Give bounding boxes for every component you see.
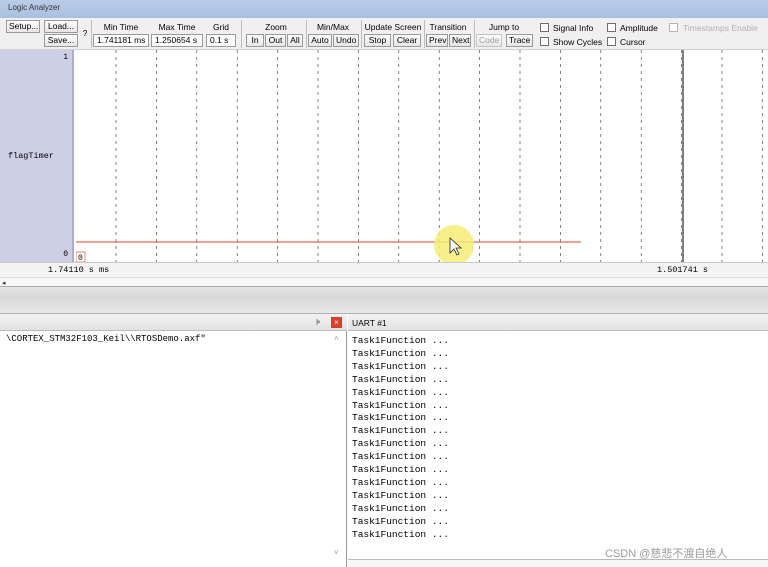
- scroll-left-icon[interactable]: ◂: [2, 279, 6, 287]
- y-min-label: 0: [63, 250, 68, 259]
- scroll-up-icon[interactable]: ˄: [334, 334, 339, 343]
- toolbar-separator: [241, 20, 242, 48]
- show-cycles-label: Show Cycles: [553, 37, 603, 47]
- watermark: CSDN @慈悲不渡自绝人: [605, 548, 728, 560]
- help-button[interactable]: ?: [81, 28, 89, 38]
- zoom-all-button[interactable]: All: [287, 34, 303, 47]
- pane-splitter[interactable]: [0, 287, 768, 314]
- cursor-label: Cursor: [620, 37, 646, 47]
- amplitude-checkbox[interactable]: [607, 23, 616, 32]
- minmax-undo-button[interactable]: Undo: [333, 34, 359, 47]
- window-title-bar: Logic Analyzer: [0, 0, 768, 18]
- grid-label: Grid: [212, 22, 230, 32]
- setup-button[interactable]: Setup...: [6, 20, 40, 33]
- y-max-label: 1: [63, 53, 68, 62]
- scroll-down-icon[interactable]: ˅: [334, 548, 339, 557]
- signal-name-panel: 1 flagTimer 0: [0, 50, 74, 262]
- waveform-svg[interactable]: 0: [75, 50, 768, 265]
- minmax-auto-button[interactable]: Auto: [308, 34, 332, 47]
- minmax-label: Min/Max: [316, 22, 350, 32]
- amplitude-label: Amplitude: [620, 23, 658, 33]
- time-grid: [115, 50, 763, 262]
- uart-line: Task1Function ...: [352, 412, 449, 424]
- uart-line: Task1Function ...: [352, 489, 449, 501]
- save-button[interactable]: Save...: [44, 34, 78, 47]
- signal-name[interactable]: flagTimer: [8, 151, 54, 161]
- uart-line: Task1Function ...: [352, 515, 449, 527]
- toolbar-separator: [91, 20, 92, 48]
- plot-horizontal-scrollbar[interactable]: ◂: [0, 277, 768, 287]
- time-left-readout: 1.74110 s ms: [48, 265, 110, 275]
- uart-line: Task1Function ...: [352, 347, 449, 359]
- uart-line: Task1Function ...: [352, 502, 449, 514]
- load-button[interactable]: Load...: [44, 20, 78, 33]
- origin-marker: 0: [78, 254, 83, 262]
- transition-label: Transition: [429, 22, 467, 32]
- signal-info-checkbox[interactable]: [540, 23, 549, 32]
- command-pane: ⊧ × \CORTEX_STM32F103_Keil\\RTOSDemo.axf…: [0, 314, 347, 567]
- min-time-value: 1.741181 ms: [93, 34, 149, 47]
- uart-line: Task1Function ...: [352, 464, 449, 476]
- window-title: Logic Analyzer: [8, 3, 61, 12]
- cursor-checkbox[interactable]: [607, 37, 616, 46]
- uart-line: Task1Function ...: [352, 373, 449, 385]
- jump-trace-button[interactable]: Trace: [506, 34, 533, 47]
- uart-line: Task1Function ...: [352, 451, 449, 463]
- stop-button[interactable]: Stop: [364, 34, 391, 47]
- max-time-label: Max Time: [158, 22, 196, 32]
- uart-pane-header: UART #1: [348, 314, 768, 331]
- time-axis-bar: 1.74110 s ms 1.501741 s: [0, 262, 768, 277]
- prev-transition-button[interactable]: Prev: [426, 34, 448, 47]
- uart-line: Task1Function ...: [352, 425, 449, 437]
- pin-icon[interactable]: ⊧: [316, 317, 321, 328]
- uart-line: Task1Function ...: [352, 386, 449, 398]
- command-output-line: \CORTEX_STM32F103_Keil\\RTOSDemo.axf": [6, 334, 206, 344]
- uart-output: Task1Function ... Task1Function ... Task1F…: [352, 335, 449, 542]
- zoom-out-button[interactable]: Out: [265, 34, 286, 47]
- logic-analyzer-toolbar: Setup... Load... Save... ? Min Time 1.74…: [0, 18, 768, 50]
- update-screen-label: Update Screen: [364, 22, 422, 32]
- time-right-readout: 1.501741 s: [657, 265, 709, 275]
- jump-code-button[interactable]: Code: [476, 34, 502, 47]
- min-time-label: Min Time: [103, 22, 139, 32]
- uart-line: Task1Function ...: [352, 399, 449, 411]
- waveform-plot[interactable]: 0: [75, 50, 768, 265]
- command-pane-header: ⊧ ×: [0, 314, 347, 331]
- zoom-label: Zoom: [265, 22, 287, 32]
- close-icon[interactable]: ×: [331, 317, 342, 328]
- uart-line: Task1Function ...: [352, 438, 449, 450]
- zoom-in-button[interactable]: In: [246, 34, 264, 47]
- timestamps-enable-label: Timestamps Enable: [683, 23, 758, 33]
- timestamps-enable-checkbox[interactable]: [669, 23, 678, 32]
- uart-line: Task1Function ...: [352, 528, 449, 540]
- uart-line: Task1Function ...: [352, 476, 449, 488]
- next-transition-button[interactable]: Next: [449, 34, 471, 47]
- show-cycles-checkbox[interactable]: [540, 37, 549, 46]
- uart-line: Task1Function ...: [352, 360, 449, 372]
- grid-value: 0.1 s: [206, 34, 236, 47]
- uart-pane-title: UART #1: [352, 318, 387, 328]
- command-vertical-scrollbar[interactable]: ˄ ˅: [332, 332, 344, 564]
- uart-pane: UART #1 Task1Function ... Task1Function .…: [348, 314, 768, 567]
- clear-button[interactable]: Clear: [393, 34, 421, 47]
- signal-info-label: Signal Info: [553, 23, 594, 33]
- max-time-value: 1.250654 s: [151, 34, 203, 47]
- jump-to-label: Jump to: [488, 22, 520, 32]
- uart-line: Task1Function ...: [352, 335, 449, 346]
